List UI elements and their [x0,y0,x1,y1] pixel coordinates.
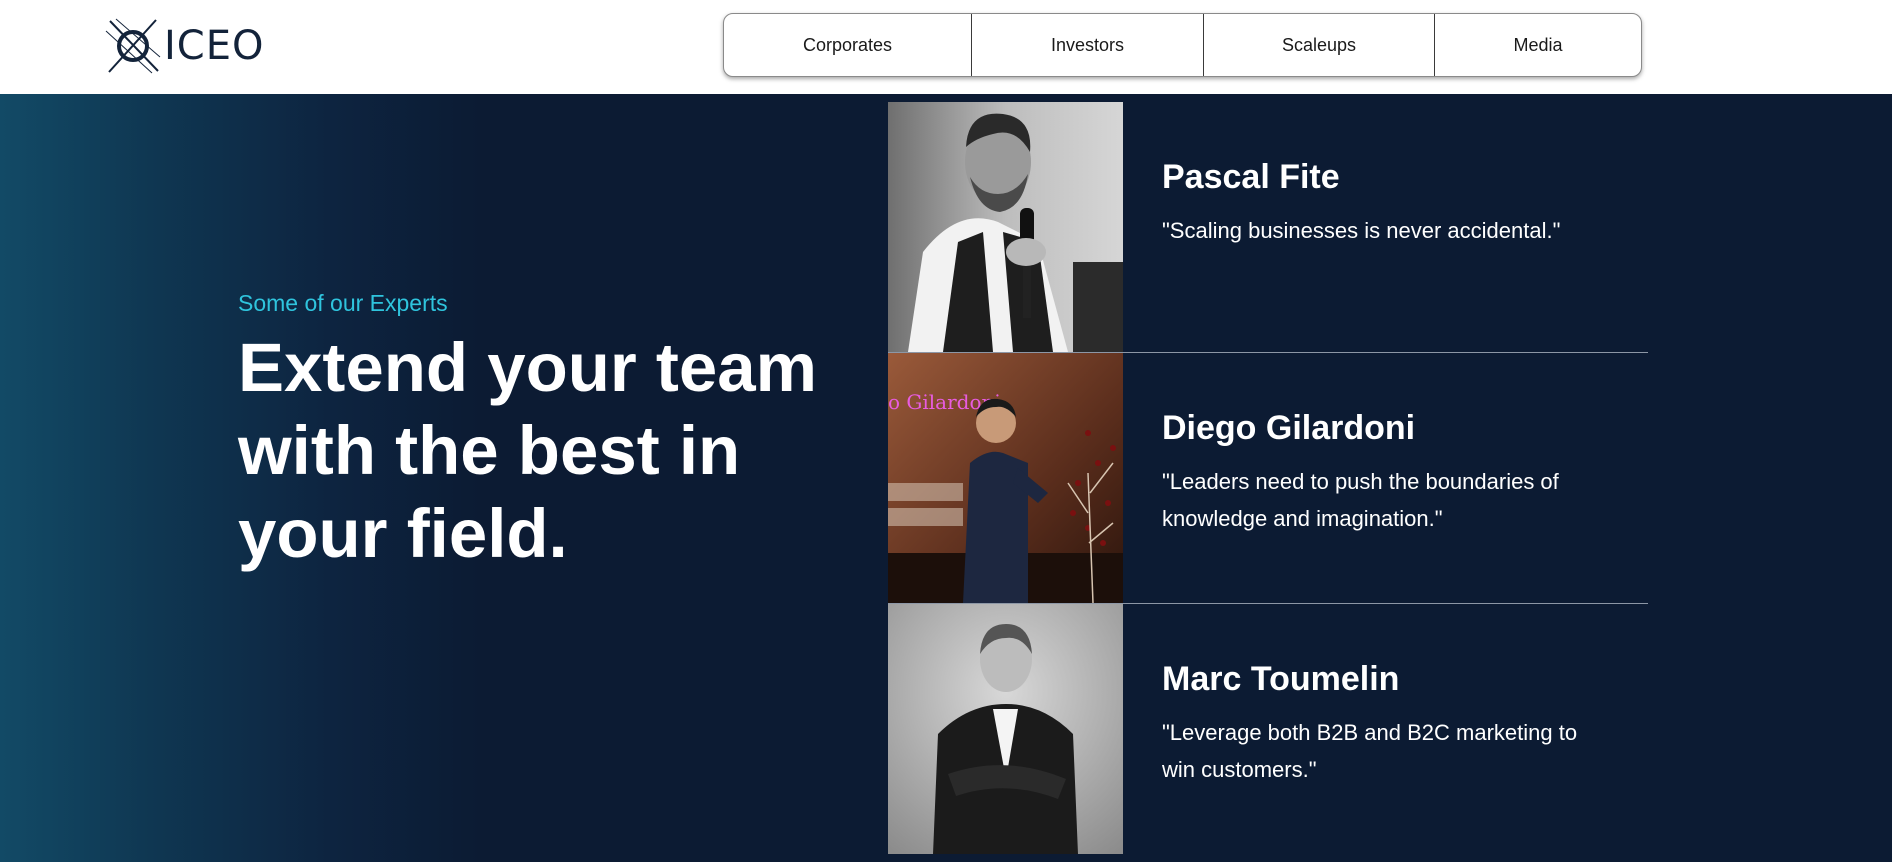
brand-logo[interactable]: ICEO [104,17,264,75]
expert-photo: o Gilardoni [888,353,1123,603]
expert-card[interactable]: o Gilardoni Diego Gilardoni "Leaders nee… [888,353,1648,604]
expert-photo [888,604,1123,854]
main-nav: Corporates Investors Scaleups Media [723,13,1642,77]
site-header: ICEO Corporates Investors Scaleups Media [0,0,1892,94]
expert-quote: "Leverage both B2B and B2C marketing to … [1162,720,1578,782]
iceo-logo-icon [105,18,161,74]
expert-quote: "Scaling businesses is never accidental.… [1162,218,1561,243]
expert-name: Marc Toumelin [1162,660,1400,698]
section-eyebrow: Some of our Experts [238,290,448,316]
stage-photo: o Gilardoni [888,353,1123,603]
expert-quote: "Leaders need to push the boundaries of … [1162,469,1559,531]
expert-name: Diego Gilardoni [1162,409,1416,447]
expert-photo [888,102,1123,352]
expert-card[interactable]: Pascal Fite "Scaling businesses is never… [888,102,1648,353]
experts-section: Some of our Experts Extend your team wit… [0,94,1892,862]
speaker-photo [888,102,1123,352]
portrait-photo [888,604,1123,854]
nav-item-investors[interactable]: Investors [972,14,1204,76]
nav-item-corporates[interactable]: Corporates [724,14,972,76]
experts-list: Pascal Fite "Scaling businesses is never… [888,102,1648,855]
nav-item-media[interactable]: Media [1435,14,1641,76]
section-headline: Extend your team with the best in your f… [238,329,817,572]
brand-name: ICEO [164,23,265,69]
nav-item-scaleups[interactable]: Scaleups [1204,14,1435,76]
expert-name: Pascal Fite [1162,158,1340,196]
expert-card[interactable]: Marc Toumelin "Leverage both B2B and B2C… [888,604,1648,855]
